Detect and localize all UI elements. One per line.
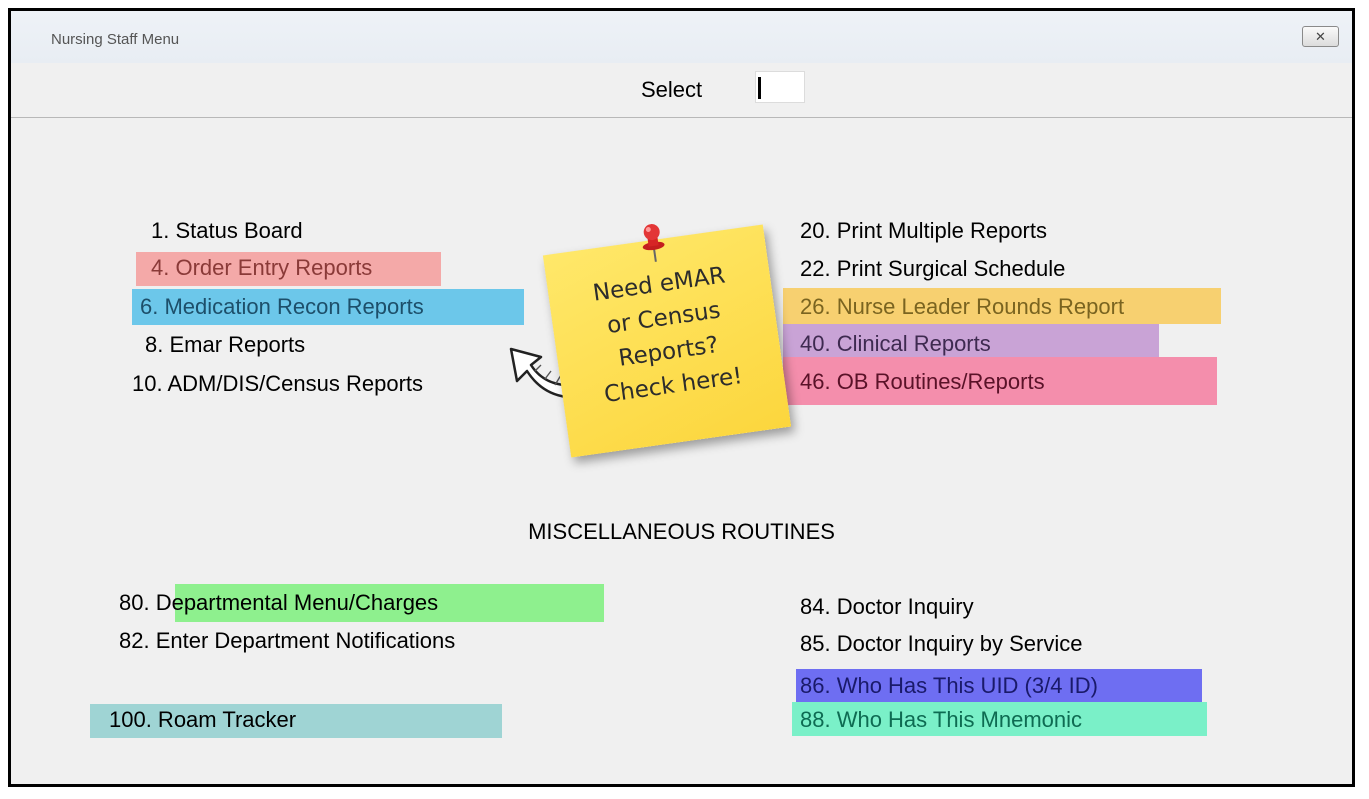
nursing-staff-menu-window: Nursing Staff Menu ✕ Select 1. Status Bo… bbox=[8, 8, 1355, 787]
sticky-note: Need eMAR or Census Reports? Check here! bbox=[542, 224, 792, 458]
misc-heading: MISCELLANEOUS ROUTINES bbox=[528, 519, 835, 544]
menu-item-order-entry-reports[interactable]: 4. Order Entry Reports bbox=[151, 252, 372, 284]
menu-item-adm-dis-census-reports[interactable]: 10. ADM/DIS/Census Reports bbox=[132, 368, 423, 400]
close-button[interactable]: ✕ bbox=[1302, 26, 1339, 47]
menu-item-doctor-inquiry[interactable]: 84. Doctor Inquiry bbox=[800, 591, 974, 623]
menu-item-doctor-inquiry-by-service[interactable]: 85. Doctor Inquiry by Service bbox=[800, 628, 1082, 660]
select-label: Select bbox=[641, 77, 703, 102]
header-separator bbox=[11, 117, 1352, 118]
menu-item-clinical-reports[interactable]: 40. Clinical Reports bbox=[800, 328, 991, 360]
select-input[interactable] bbox=[755, 71, 805, 103]
menu-item-emar-reports[interactable]: 8. Emar Reports bbox=[145, 329, 305, 361]
menu-item-print-multiple-reports[interactable]: 20. Print Multiple Reports bbox=[800, 215, 1047, 247]
pushpin-icon bbox=[642, 224, 665, 262]
menu-item-print-surgical-schedule[interactable]: 22. Print Surgical Schedule bbox=[800, 253, 1065, 285]
menu-item-roam-tracker[interactable]: 100. Roam Tracker bbox=[109, 704, 296, 736]
text-caret bbox=[758, 77, 761, 99]
window-title: Nursing Staff Menu bbox=[51, 31, 180, 48]
menu-item-status-board[interactable]: 1. Status Board bbox=[151, 215, 303, 247]
menu-item-ob-routines-reports[interactable]: 46. OB Routines/Reports bbox=[800, 366, 1045, 398]
menu-item-who-has-this-mnemonic[interactable]: 88. Who Has This Mnemonic bbox=[800, 704, 1082, 736]
menu-item-nurse-leader-rounds-report[interactable]: 26. Nurse Leader Rounds Report bbox=[800, 291, 1124, 323]
close-icon: ✕ bbox=[1315, 29, 1326, 44]
menu-item-medication-recon-reports[interactable]: 6. Medication Recon Reports bbox=[140, 291, 424, 323]
menu-item-who-has-this-uid[interactable]: 86. Who Has This UID (3/4 ID) bbox=[800, 670, 1098, 702]
menu-item-departmental-menu-charges[interactable]: 80. Departmental Menu/Charges bbox=[119, 587, 438, 619]
menu-item-enter-department-notifications[interactable]: 82. Enter Department Notifications bbox=[119, 625, 455, 657]
sticky-note-text: Need eMAR or Census Reports? Check here! bbox=[591, 262, 744, 409]
title-bar: Nursing Staff Menu ✕ bbox=[11, 11, 1352, 63]
